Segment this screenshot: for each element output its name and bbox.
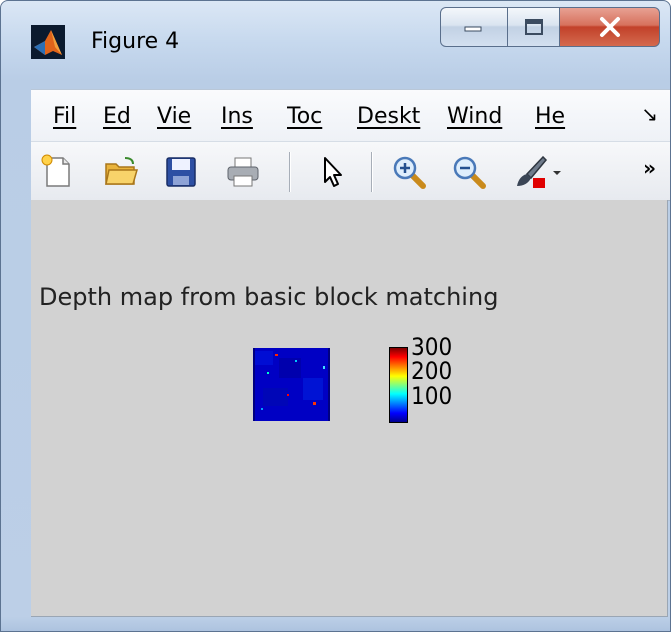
brush-icon[interactable] (513, 154, 549, 190)
zoom-in-icon[interactable] (391, 154, 427, 190)
close-icon (599, 17, 620, 37)
toolbar-separator (371, 152, 372, 192)
window-title: Figure 4 (91, 29, 180, 54)
menu-desktop[interactable]: Deskt (357, 104, 427, 129)
figure-window: Figure 4 Fil Ed Vie Ins Toc Deskt Wind H… (0, 0, 671, 632)
print-icon[interactable] (225, 154, 261, 190)
menu-tools[interactable]: Toc (287, 104, 337, 129)
colorbar-tick-200: 200 (411, 357, 453, 385)
toolbar-overflow-icon[interactable]: » (643, 156, 656, 180)
matlab-logo-icon (31, 25, 65, 59)
depth-map-noise (253, 348, 330, 421)
title-bar[interactable]: Figure 4 (1, 1, 670, 87)
save-icon[interactable] (163, 154, 199, 190)
minimize-icon (464, 26, 482, 32)
close-button[interactable] (560, 7, 660, 47)
depth-map-image[interactable] (253, 348, 330, 421)
menu-file[interactable]: Fil (53, 104, 83, 129)
maximize-button[interactable] (508, 7, 560, 47)
maximize-icon (524, 19, 543, 35)
plot-title: Depth map from basic block matching (39, 283, 499, 311)
zoom-out-icon[interactable] (451, 154, 487, 190)
minimize-button[interactable] (440, 7, 508, 47)
menu-insert[interactable]: Ins (221, 104, 267, 129)
new-figure-icon[interactable] (39, 154, 75, 190)
menu-edit[interactable]: Ed (103, 104, 137, 129)
chevron-down-icon[interactable] (549, 154, 565, 190)
window-controls (440, 7, 660, 51)
figure-canvas[interactable] (31, 200, 668, 617)
window-bottom-border (1, 617, 670, 631)
menu-overflow-icon[interactable]: ↘ (641, 102, 658, 126)
figure-toolbar: » (31, 141, 670, 201)
colorbar-tick-100: 100 (411, 382, 453, 410)
toolbar-separator (289, 152, 290, 192)
pointer-arrow-icon[interactable] (315, 154, 351, 190)
menu-window[interactable]: Wind (447, 104, 515, 129)
menu-view[interactable]: Vie (157, 104, 201, 129)
open-folder-icon[interactable] (103, 154, 139, 190)
menu-help[interactable]: He (535, 104, 575, 129)
colorbar-tick-300: 300 (411, 333, 453, 361)
colorbar[interactable] (389, 347, 408, 423)
menu-bar: Fil Ed Vie Ins Toc Deskt Wind He ↘ (31, 89, 670, 142)
